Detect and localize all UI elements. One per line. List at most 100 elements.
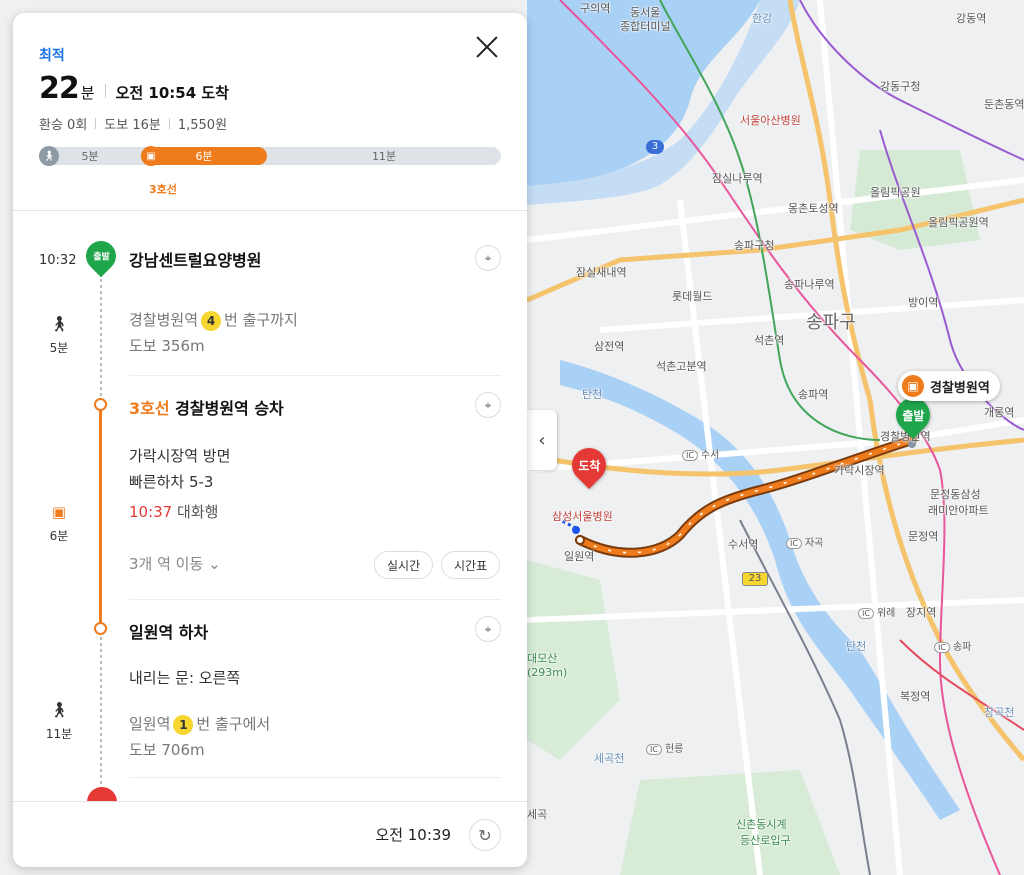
map-label: 문정동삼성 bbox=[930, 488, 981, 501]
map-label: 석촌역 bbox=[754, 334, 785, 347]
divider bbox=[104, 84, 106, 98]
route-detail-panel: 최적 22 분 오전 10:54 도착 환승 0회 도보 16분 1,550원 … bbox=[13, 13, 527, 867]
walk-duration: 🚶︎ 5분 bbox=[29, 315, 89, 356]
line-tag: 3호선 bbox=[149, 183, 177, 196]
walk-icon: 🚶︎ bbox=[39, 146, 59, 166]
board-title: 3호선 경찰병원역 승차 bbox=[129, 399, 284, 418]
map-label: 삼성서울병원 bbox=[552, 510, 613, 523]
map-label: 롯데월드 bbox=[672, 290, 713, 303]
start-place[interactable]: 강남센트럴요양병원 bbox=[129, 247, 261, 271]
map-label: 잠실새내역 bbox=[576, 266, 627, 279]
segment-bar: 5분 6분 11분 🚶︎ ▣ bbox=[39, 146, 501, 166]
best-route-tag: 최적 bbox=[39, 48, 65, 64]
map-label: 올림픽공원역 bbox=[928, 216, 989, 229]
ic-badge: IC 송파 bbox=[934, 638, 971, 653]
walk-distance: 도보 356m bbox=[129, 337, 205, 355]
location-pin-icon: ⌖ bbox=[484, 621, 492, 636]
divider bbox=[129, 777, 501, 778]
map-pin-button[interactable]: ⌖ bbox=[475, 245, 501, 271]
map-label: 삼전역 bbox=[594, 340, 625, 353]
fare: 1,550원 bbox=[177, 118, 228, 133]
alight-title: 일원역 하차 bbox=[129, 623, 209, 642]
map-label: 구의역 bbox=[580, 2, 611, 15]
map-pin-button[interactable]: ⌖ bbox=[475, 392, 501, 418]
walk-instruction: 일원역 1 번 출구에서 bbox=[129, 715, 271, 735]
location-pin-icon: ⌖ bbox=[484, 397, 492, 412]
route-number-badge: 3 bbox=[646, 140, 664, 154]
walk-icon: 🚶︎ bbox=[49, 701, 69, 719]
arrival-time: 오전 10:54 도착 bbox=[115, 84, 229, 102]
map-label: 일원역 bbox=[564, 550, 595, 563]
start-time: 10:32 bbox=[39, 253, 77, 268]
subway-icon: ▣ bbox=[51, 503, 67, 521]
refresh-icon: ↻ bbox=[478, 825, 492, 845]
refresh-button[interactable]: ↻ bbox=[469, 819, 501, 851]
subway-icon: ▣ bbox=[141, 146, 161, 166]
station-callout-label: 경찰병원역 bbox=[930, 380, 990, 396]
ic-badge: IC 위례 bbox=[858, 604, 895, 619]
map-label: 송파구 bbox=[806, 312, 856, 333]
subway-duration: ▣ 6분 bbox=[29, 503, 89, 544]
walk-connector bbox=[100, 637, 102, 801]
map-label: 세곡천 bbox=[594, 752, 625, 765]
transfer-count: 환승 0회 bbox=[39, 118, 88, 133]
location-pin-icon: ⌖ bbox=[484, 250, 492, 265]
map-label: 복정역 bbox=[900, 690, 931, 703]
timetable-button[interactable]: 시간표 bbox=[441, 551, 501, 579]
ic-badge: IC 자곡 bbox=[786, 534, 823, 549]
route-number-badge: 23 bbox=[742, 572, 768, 586]
exit-number-badge: 4 bbox=[201, 311, 222, 331]
map-label: 대모산 bbox=[527, 652, 558, 665]
stations-toggle[interactable]: 3개 역 이동 ⌄ bbox=[129, 553, 221, 574]
map-label: 장지역 bbox=[906, 606, 937, 619]
walk-duration: 🚶︎ 11분 bbox=[29, 701, 89, 742]
map-label: 창곡천 bbox=[984, 706, 1015, 719]
map-label: 종합터미널 bbox=[620, 20, 671, 33]
map-label: 문정역 bbox=[908, 530, 939, 543]
chevron-down-icon: ⌄ bbox=[208, 555, 221, 573]
station-callout[interactable]: ▣ 경찰병원역 bbox=[898, 371, 1000, 401]
realtime-button[interactable]: 실시간 bbox=[374, 551, 434, 579]
map-label: 세곡 bbox=[527, 808, 548, 821]
duration-value: 22 bbox=[39, 71, 80, 106]
route-steps: 출발 10:32 강남센트럴요양병원 ⌖ 🚶︎ 5분 경찰병원역 4 번 출구까지 … bbox=[13, 211, 527, 817]
map-label: 신촌동시계 bbox=[736, 818, 787, 831]
start-pin-icon: 출발 bbox=[79, 234, 123, 278]
duration-unit: 분 bbox=[80, 84, 95, 102]
board-node bbox=[94, 398, 107, 411]
divider bbox=[95, 118, 97, 129]
map-label: 석촌고분역 bbox=[656, 360, 707, 373]
duration-row: 22 분 오전 10:54 도착 bbox=[39, 71, 501, 106]
panel-footer: 오전 10:39 ↻ bbox=[13, 801, 527, 867]
map-pin-button[interactable]: ⌖ bbox=[475, 616, 501, 642]
route-meta: 환승 0회 도보 16분 1,550원 bbox=[39, 114, 501, 133]
ic-badge: IC 헌릉 bbox=[646, 740, 683, 755]
walk-connector bbox=[100, 273, 102, 397]
segment-walk: 11분 bbox=[371, 150, 397, 163]
map-label: 몽촌토성역 bbox=[788, 202, 839, 215]
chevron-left-icon: ‹ bbox=[538, 429, 546, 451]
map-label: 서울아산병원 bbox=[740, 114, 801, 127]
collapse-panel-button[interactable]: ‹ bbox=[527, 410, 557, 470]
next-train: 10:37 대화행 bbox=[129, 503, 219, 521]
close-icon[interactable] bbox=[473, 33, 501, 61]
divider bbox=[168, 118, 170, 129]
current-time: 오전 10:39 bbox=[375, 826, 451, 844]
map-label: 등산로입구 bbox=[740, 834, 791, 847]
walk-distance: 도보 706m bbox=[129, 741, 205, 759]
map-label: 래미안아파트 bbox=[928, 504, 989, 517]
map-label: (293m) bbox=[527, 666, 568, 679]
alight-node bbox=[94, 622, 107, 635]
map-label: 송파나루역 bbox=[784, 278, 835, 291]
map-label: 잠실나루역 bbox=[712, 172, 763, 185]
map-label: 송파역 bbox=[798, 388, 829, 401]
walk-icon: 🚶︎ bbox=[49, 315, 69, 333]
fast-exit: 빠른하차 5-3 bbox=[129, 473, 214, 491]
door-side: 내리는 문: 오른쪽 bbox=[129, 669, 241, 687]
divider bbox=[129, 375, 501, 376]
walk-time: 도보 16분 bbox=[104, 118, 161, 133]
map-label: 한강 bbox=[752, 12, 773, 25]
map-label: 방이역 bbox=[908, 296, 939, 309]
subway-icon: ▣ bbox=[902, 375, 924, 397]
map-label: 강동구청 bbox=[880, 80, 921, 93]
